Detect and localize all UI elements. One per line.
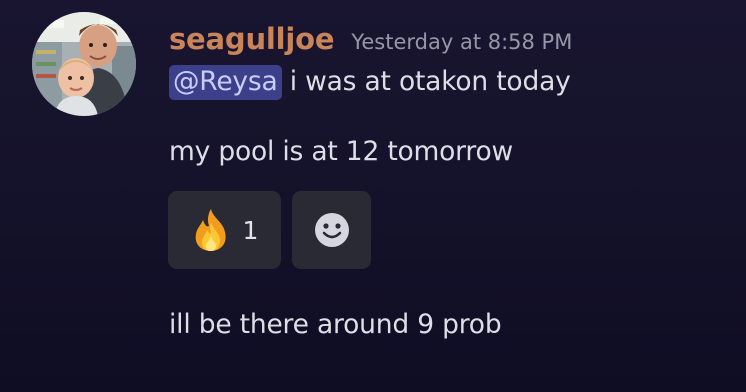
username[interactable]: seagulljoe (169, 22, 335, 56)
timestamp[interactable]: Yesterday at 8:58 PM (351, 30, 572, 54)
message-header: seagulljoe Yesterday at 8:58 PM (169, 22, 572, 60)
add-reaction-button[interactable] (292, 191, 371, 269)
message-line: my pool is at 12 tomorrow (169, 136, 514, 167)
smiley-icon (314, 213, 349, 247)
fire-icon (195, 209, 226, 251)
message-text: i was at otakon today (281, 66, 571, 97)
chat-message: seagulljoe Yesterday at 8:58 PM @Reysa i… (0, 0, 746, 392)
user-mention[interactable]: @Reysa (169, 65, 282, 100)
reactions-bar: 1 (168, 191, 371, 269)
reaction-count: 1 (242, 215, 259, 245)
fire-reaction-button[interactable]: 1 (168, 191, 281, 269)
message-line: ill be there around 9 prob (169, 309, 502, 340)
message-line: @Reysa i was at otakon today (169, 65, 571, 100)
avatar-photo (32, 12, 136, 116)
user-avatar[interactable] (32, 12, 136, 116)
